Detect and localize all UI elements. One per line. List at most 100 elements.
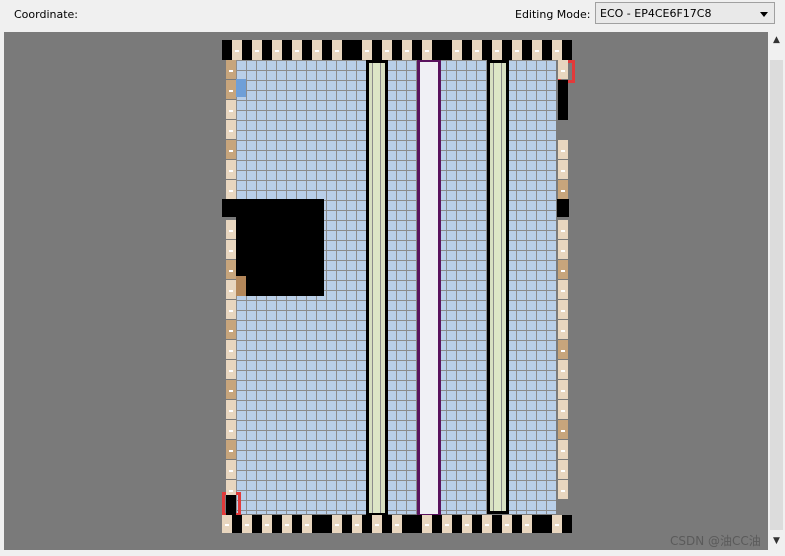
io-pad[interactable] <box>272 515 282 533</box>
pin-mark-icon <box>561 409 565 412</box>
fpga-die[interactable] <box>222 40 575 533</box>
io-pad[interactable] <box>402 515 412 533</box>
io-pad[interactable] <box>558 80 568 120</box>
memory-block-column[interactable] <box>487 60 509 514</box>
io-pad[interactable] <box>292 515 302 533</box>
pin-mark-icon <box>229 249 233 252</box>
chevron-up-icon[interactable]: ▲ <box>771 35 782 46</box>
editing-mode-value: ECO - EP4CE6F17C8 <box>600 7 712 20</box>
pin-mark-icon <box>495 50 499 52</box>
io-pad[interactable] <box>542 40 552 60</box>
pin-mark-icon <box>561 309 565 312</box>
io-pad[interactable] <box>522 40 532 60</box>
pin-mark-icon <box>561 489 565 492</box>
pin-mark-icon <box>525 524 529 526</box>
chip-planner-canvas[interactable] <box>4 32 768 550</box>
pin-mark-icon <box>229 89 233 92</box>
pin-mark-icon <box>229 189 233 192</box>
io-pad[interactable] <box>382 515 392 533</box>
io-pad[interactable] <box>262 40 272 60</box>
io-pad[interactable] <box>232 515 242 533</box>
io-pad[interactable] <box>342 40 352 60</box>
io-pad[interactable] <box>502 40 512 60</box>
io-pad[interactable] <box>562 40 572 60</box>
io-pad[interactable] <box>542 515 552 533</box>
pin-mark-icon <box>229 349 233 352</box>
chevron-down-icon[interactable]: ▼ <box>771 536 782 547</box>
pin-mark-icon <box>561 269 565 272</box>
io-gap <box>222 199 236 217</box>
pin-mark-icon <box>355 524 359 526</box>
pin-mark-icon <box>485 524 489 526</box>
io-pad[interactable] <box>472 515 482 533</box>
watermark: CSDN @油CC油 <box>670 534 761 548</box>
memory-block-column[interactable] <box>366 60 388 516</box>
io-pad[interactable] <box>252 515 262 533</box>
pin-mark-icon <box>465 524 469 526</box>
pin-mark-icon <box>505 524 509 526</box>
pin-mark-icon <box>335 524 339 526</box>
pin-mark-icon <box>561 469 565 472</box>
pin-mark-icon <box>425 50 429 52</box>
pin-mark-icon <box>385 50 389 52</box>
io-pad[interactable] <box>442 40 452 60</box>
pin-mark-icon <box>275 50 279 52</box>
pin-mark-icon <box>229 489 233 492</box>
coordinate-label: Coordinate: <box>14 8 79 21</box>
io-pad[interactable] <box>302 40 312 60</box>
io-pad[interactable] <box>462 40 472 60</box>
io-gap <box>557 199 569 217</box>
pin-mark-icon <box>365 50 369 52</box>
io-pad[interactable] <box>482 40 492 60</box>
pin-mark-icon <box>561 249 565 252</box>
io-pad[interactable] <box>452 515 462 533</box>
io-pad[interactable] <box>226 495 236 515</box>
pin-mark-icon <box>229 429 233 432</box>
pin-mark-icon <box>535 50 539 52</box>
pin-mark-icon <box>229 309 233 312</box>
io-pad[interactable] <box>492 515 502 533</box>
io-pad[interactable] <box>282 40 292 60</box>
dsp-block-column[interactable] <box>417 59 441 517</box>
pin-mark-icon <box>225 524 229 526</box>
pin-mark-icon <box>405 50 409 52</box>
pin-mark-icon <box>445 524 449 526</box>
io-pad[interactable] <box>352 40 362 60</box>
io-pad[interactable] <box>222 40 232 60</box>
pin-mark-icon <box>229 409 233 412</box>
io-cell[interactable] <box>236 276 246 296</box>
pin-mark-icon <box>475 50 479 52</box>
io-pad[interactable] <box>412 40 422 60</box>
pin-mark-icon <box>265 524 269 526</box>
io-pad[interactable] <box>412 515 422 533</box>
io-pad[interactable] <box>562 515 572 533</box>
io-pad[interactable] <box>532 515 542 533</box>
io-pad[interactable] <box>392 40 402 60</box>
io-pad[interactable] <box>432 40 442 60</box>
pin-mark-icon <box>561 369 565 372</box>
io-pad[interactable] <box>322 40 332 60</box>
pin-mark-icon <box>285 524 289 526</box>
io-pad[interactable] <box>432 515 442 533</box>
pin-mark-icon <box>335 50 339 52</box>
pin-mark-icon <box>229 69 233 72</box>
pin-mark-icon <box>229 169 233 172</box>
io-pad[interactable] <box>372 40 382 60</box>
io-pad[interactable] <box>242 40 252 60</box>
editing-mode-select[interactable]: ECO - EP4CE6F17C8 <box>595 2 775 24</box>
pin-mark-icon <box>561 389 565 392</box>
pin-mark-icon <box>561 289 565 292</box>
io-pad[interactable] <box>312 515 322 533</box>
vertical-scrollbar[interactable]: ▲ ▼ <box>768 32 785 550</box>
pin-mark-icon <box>561 349 565 352</box>
pll-cell[interactable] <box>236 79 246 97</box>
io-pad[interactable] <box>512 515 522 533</box>
io-pad[interactable] <box>322 515 332 533</box>
scroll-thumb[interactable] <box>770 60 783 530</box>
pin-mark-icon <box>395 524 399 526</box>
io-pad[interactable] <box>342 515 352 533</box>
pin-mark-icon <box>229 269 233 272</box>
io-pad[interactable] <box>362 515 372 533</box>
pin-mark-icon <box>561 69 565 72</box>
pin-mark-icon <box>229 129 233 132</box>
